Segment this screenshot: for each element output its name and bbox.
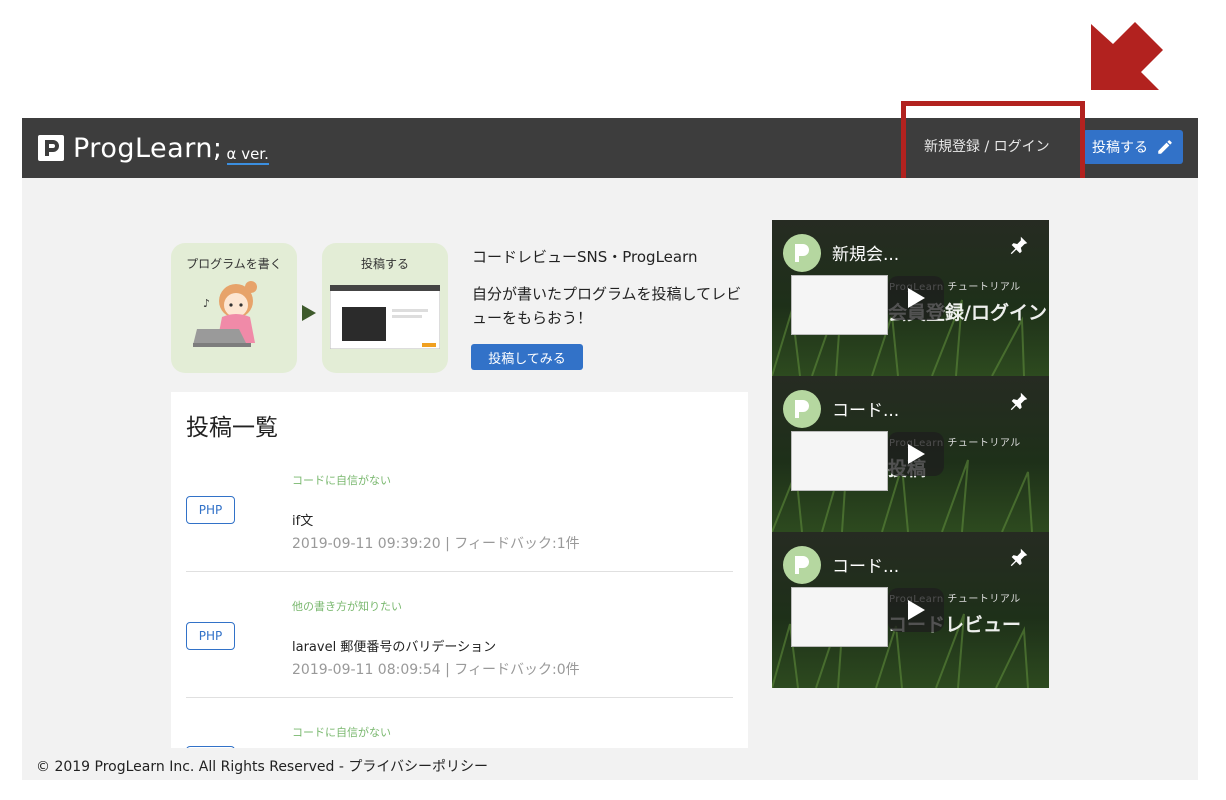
pin-icon[interactable] (1008, 390, 1030, 412)
proglearn-p-icon (795, 400, 809, 418)
logo-version: α ver. (226, 144, 269, 165)
play-button[interactable] (888, 588, 944, 632)
video-card[interactable]: 新規会... ProgLearn チュートリアル 会員登録/ログイン (772, 220, 1049, 376)
hero-arrow-icon (302, 305, 316, 321)
hero-card-post: 投稿する (322, 243, 448, 373)
hero-heading: コードレビューSNS・ProgLearn (472, 248, 698, 266)
channel-avatar (783, 390, 821, 428)
annotation-arrow-icon (1091, 22, 1163, 90)
post-item[interactable]: コードに自信がない PHP if文 2019-09-11 09:39:20 | … (186, 474, 733, 604)
language-tag[interactable]: PHP (186, 622, 235, 650)
post-category: 他の書き方が知りたい (292, 600, 402, 613)
hero-card-post-title: 投稿する (360, 257, 409, 271)
pencil-icon (1158, 140, 1172, 154)
post-list-title: 投稿一覧 (186, 415, 278, 441)
play-icon (908, 444, 925, 464)
video-title[interactable]: 新規会... (832, 240, 899, 265)
video-card[interactable]: コード... ProgLearn チュートリアル コードレビュー (772, 532, 1049, 688)
page: ProgLearn; α ver. 新規登録 / ログイン 投稿する プログラム… (0, 0, 1226, 800)
logo-text: ProgLearn; (73, 132, 223, 164)
play-button[interactable] (888, 432, 944, 476)
footer-copyright[interactable]: © 2019 ProgLearn Inc. All Rights Reserve… (36, 756, 488, 776)
proglearn-logo-icon (38, 135, 64, 161)
video-screen-thumb (791, 275, 888, 335)
girl-illustration: ♪ (193, 281, 257, 347)
post-category: コードに自信がない (292, 474, 391, 487)
post-divider (186, 571, 733, 572)
post-title[interactable]: if文 (292, 510, 313, 529)
language-tag[interactable]: PHP (186, 496, 235, 524)
post-meta: 2019-09-11 09:39:20 | フィードバック:1件 (292, 536, 580, 552)
video-screen-thumb (791, 431, 888, 491)
channel-avatar (783, 546, 821, 584)
post-divider (186, 697, 733, 698)
main-content: プログラムを書く ♪ 投稿する コードレビューSNS・ProgLearn 自分が… (22, 178, 1198, 752)
post-item[interactable]: コードに自信がない (186, 726, 733, 752)
play-button[interactable] (888, 276, 944, 320)
post-screen-illustration (330, 285, 440, 349)
hero-card-write: プログラムを書く ♪ (171, 243, 297, 373)
post-title[interactable]: laravel 郵便番号のバリデーション (292, 636, 496, 655)
video-title[interactable]: コード... (832, 396, 899, 421)
proglearn-p-icon (795, 244, 809, 262)
proglearn-p-icon (795, 556, 809, 574)
post-button[interactable]: 投稿する (1083, 130, 1183, 164)
footer: © 2019 ProgLearn Inc. All Rights Reserve… (22, 748, 1198, 780)
play-icon (908, 288, 925, 308)
video-card[interactable]: コード... ProgLearn チュートリアル 投稿 (772, 376, 1049, 532)
post-button-label: 投稿する (1092, 140, 1148, 156)
video-screen-thumb (791, 587, 888, 647)
post-category: コードに自信がない (292, 726, 391, 739)
try-post-button[interactable]: 投稿してみる (471, 344, 583, 370)
channel-avatar (783, 234, 821, 272)
site-logo[interactable]: ProgLearn; α ver. (38, 128, 269, 168)
pin-icon[interactable] (1008, 546, 1030, 568)
video-title[interactable]: コード... (832, 552, 899, 577)
play-icon (908, 600, 925, 620)
post-list-panel: 投稿一覧 コードに自信がない PHP if文 2019-09-11 09:39:… (171, 392, 748, 752)
pin-icon[interactable] (1008, 234, 1030, 256)
post-item[interactable]: 他の書き方が知りたい PHP laravel 郵便番号のバリデーション 2019… (186, 600, 733, 730)
post-meta: 2019-09-11 08:09:54 | フィードバック:0件 (292, 662, 580, 678)
hero-description: 自分が書いたプログラムを投稿してレビューをもらおう！ (472, 285, 742, 327)
svg-text:♪: ♪ (203, 297, 210, 310)
hero-card-write-title: プログラムを書く (186, 257, 282, 271)
